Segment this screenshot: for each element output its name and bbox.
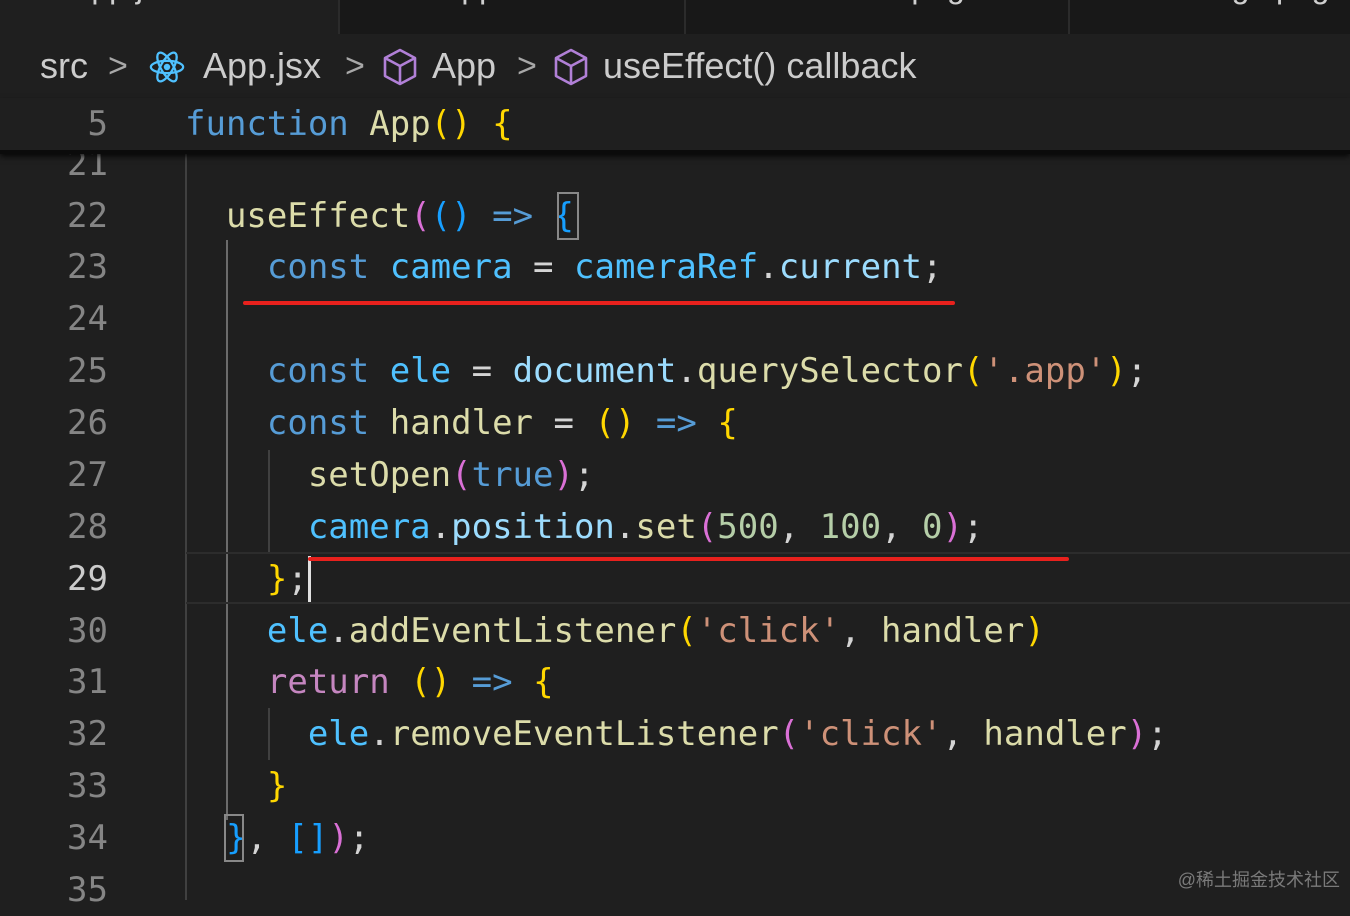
breadcrumb-item-src[interactable]: src xyxy=(40,46,88,86)
sticky-shadow xyxy=(0,150,1350,154)
bracket-match-close xyxy=(224,814,244,862)
tab-bar: App.jsx App.css screenshot.png image.png xyxy=(0,0,1350,34)
code-line: ele.addEventListener('click', handler) xyxy=(266,611,1045,651)
code-line: } xyxy=(266,766,288,806)
tab-screenshot[interactable]: screenshot.png xyxy=(686,0,1070,34)
text-cursor xyxy=(308,556,311,602)
breadcrumb-item-callback[interactable]: useEffect() callback xyxy=(603,46,916,86)
tab-label: image.png xyxy=(1070,0,1329,12)
line-number: 25 xyxy=(67,351,108,391)
line-number: 33 xyxy=(67,766,108,806)
line-number: 28 xyxy=(67,507,108,547)
code-line: function App() { xyxy=(185,104,513,144)
code-line: camera.position.set(500, 100, 0); xyxy=(307,507,984,547)
line-number: 32 xyxy=(67,714,108,754)
breadcrumb-item-file[interactable]: App.jsx xyxy=(203,46,321,86)
react-icon xyxy=(148,48,186,95)
line-number: 27 xyxy=(67,455,108,495)
code-line: const handler = () => { xyxy=(266,403,738,443)
cube-icon xyxy=(382,48,418,95)
line-number: 22 xyxy=(67,196,108,236)
tab-label: App.css xyxy=(340,0,554,12)
breadcrumb-separator: > xyxy=(108,47,128,85)
line-number-current: 29 xyxy=(67,559,108,599)
line-number: 26 xyxy=(67,403,108,443)
line-number: 35 xyxy=(67,870,108,910)
code-line: ele.removeEventListener('click', handler… xyxy=(307,714,1168,754)
line-number: 24 xyxy=(67,299,108,339)
line-number: 31 xyxy=(67,662,108,702)
annotation-underline xyxy=(243,301,955,305)
annotation-underline xyxy=(308,557,1069,561)
code-line: return () => { xyxy=(266,662,554,702)
code-line: useEffect(() => { xyxy=(225,196,575,236)
line-number: 5 xyxy=(87,104,108,144)
breadcrumb-item-app[interactable]: App xyxy=(432,46,496,86)
code-line: const ele = document.querySelector('.app… xyxy=(266,351,1148,391)
bracket-match-open xyxy=(557,192,579,240)
sticky-scroll-header[interactable]: 5 function App() { xyxy=(0,98,1350,152)
tab-label: screenshot.png xyxy=(686,0,965,12)
code-line: }, []); xyxy=(225,818,370,858)
line-number: 30 xyxy=(67,611,108,651)
line-number: 23 xyxy=(67,247,108,287)
code-line: }; xyxy=(266,559,308,599)
line-number: 34 xyxy=(67,818,108,858)
tab-app-jsx[interactable]: App.jsx xyxy=(0,0,340,34)
tab-label: App.jsx xyxy=(0,0,175,12)
tab-app-css[interactable]: App.css xyxy=(340,0,686,34)
breadcrumb: src > App.jsx > App > useEffect() callba… xyxy=(0,34,1350,98)
cube-icon xyxy=(553,48,589,95)
watermark: @稀土掘金技术社区 xyxy=(1177,870,1340,890)
tab-image[interactable]: image.png xyxy=(1070,0,1350,34)
breadcrumb-separator: > xyxy=(517,47,537,85)
breadcrumb-separator: > xyxy=(345,47,365,85)
code-line: setOpen(true); xyxy=(307,455,595,495)
code-line: const camera = cameraRef.current; xyxy=(266,247,943,287)
